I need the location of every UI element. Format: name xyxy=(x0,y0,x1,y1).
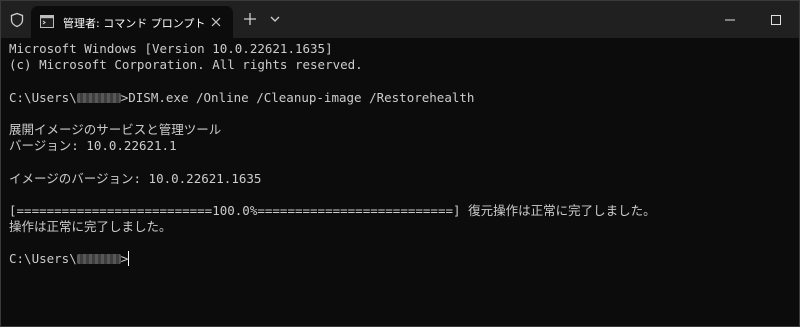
plus-icon[interactable] xyxy=(242,11,258,27)
image-version-line: イメージのバージョン: 10.0.22621.1635 xyxy=(9,170,262,186)
chevron-down-icon[interactable] xyxy=(269,13,281,25)
redacted-username xyxy=(76,92,121,103)
result-line: 操作は正常に完了しました。 xyxy=(9,219,172,235)
tab-command-prompt[interactable]: 管理者: コマンド プロンプト xyxy=(31,6,233,38)
title-bar[interactable]: 管理者: コマンド プロンプト xyxy=(1,1,799,38)
header-copyright-line: (c) Microsoft Corporation. All rights re… xyxy=(9,57,363,73)
maximize-icon xyxy=(771,15,781,25)
minimize-button[interactable] xyxy=(707,1,753,38)
tool-version-line: バージョン: 10.0.22621.1 xyxy=(9,138,177,154)
progress-line: [==========================100.0%=======… xyxy=(9,202,656,218)
command-line: C:\Users\ >DISM.exe /Online /Cleanup-imag… xyxy=(9,90,793,106)
shield-icon xyxy=(10,12,24,28)
close-icon[interactable] xyxy=(209,15,223,29)
prompt-prefix: C:\Users\ xyxy=(9,251,77,267)
final-prompt-line: C:\Users\ > xyxy=(9,251,793,267)
redacted-username xyxy=(76,254,121,265)
command-text: >DISM.exe /Online /Cleanup-image /Restor… xyxy=(120,89,475,105)
minimize-icon xyxy=(725,19,735,21)
tab-title: 管理者: コマンド プロンプト xyxy=(63,17,206,30)
text-cursor xyxy=(128,251,130,267)
maximize-button[interactable] xyxy=(753,1,799,38)
terminal-window: 管理者: コマンド プロンプト Microsoft Windows [Versi… xyxy=(0,0,800,327)
terminal-output[interactable]: Microsoft Windows [Version 10.0.22621.16… xyxy=(9,41,793,321)
prompt-suffix: > xyxy=(120,251,129,267)
prompt-prefix: C:\Users\ xyxy=(9,89,77,105)
terminal-icon xyxy=(40,15,54,28)
tool-name-line: 展開イメージのサービスと管理ツール xyxy=(9,121,222,137)
header-version-line: Microsoft Windows [Version 10.0.22621.16… xyxy=(9,41,333,56)
